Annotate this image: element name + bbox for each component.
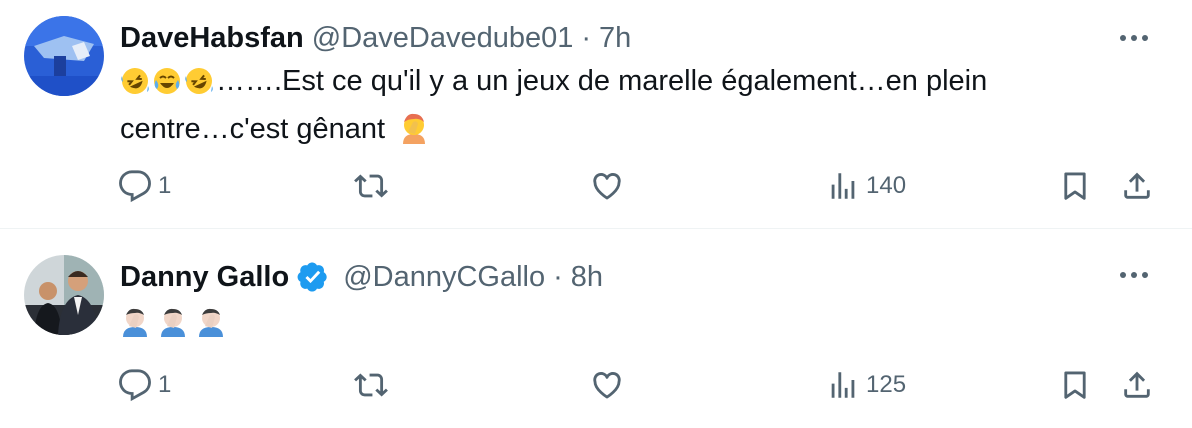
bookmark-icon bbox=[1064, 172, 1086, 200]
tweet-text: …….Est ce qu'il y a un jeux de marelle é… bbox=[120, 60, 1080, 156]
more-options-button[interactable] bbox=[1116, 257, 1152, 293]
facepalm-man-emoji bbox=[196, 305, 226, 349]
heart-icon bbox=[593, 372, 621, 399]
user-handle[interactable]: @DaveDavedube01 bbox=[312, 20, 574, 56]
tweet-header: Danny Gallo @DannyCGallo · 8h bbox=[120, 259, 603, 295]
rofl-emoji bbox=[184, 66, 214, 108]
repost-icon bbox=[354, 373, 388, 397]
tweet-text-content: …….Est ce qu'il y a un jeux de marelle é… bbox=[120, 65, 988, 145]
reply-button[interactable]: 1 bbox=[118, 166, 171, 206]
reply-icon bbox=[119, 369, 151, 402]
bookmark-button[interactable] bbox=[1058, 166, 1092, 206]
more-icon bbox=[1120, 35, 1148, 41]
views-button[interactable]: 125 bbox=[826, 365, 906, 405]
timestamp[interactable]: 8h bbox=[571, 259, 603, 295]
share-icon bbox=[1124, 172, 1150, 199]
reply-icon bbox=[119, 170, 151, 203]
separator-dot: · bbox=[581, 22, 592, 54]
repost-button[interactable] bbox=[354, 166, 388, 206]
repost-button[interactable] bbox=[354, 365, 388, 405]
analytics-icon bbox=[831, 173, 855, 199]
joy-emoji bbox=[152, 66, 182, 108]
views-count: 125 bbox=[866, 371, 907, 398]
views-button[interactable]: 140 bbox=[826, 166, 906, 206]
facepalm-man-emoji bbox=[158, 305, 188, 349]
share-button[interactable] bbox=[1120, 166, 1154, 206]
reply-button[interactable]: 1 bbox=[118, 365, 171, 405]
heart-icon bbox=[593, 173, 621, 200]
more-icon bbox=[1120, 272, 1148, 278]
analytics-icon bbox=[831, 372, 855, 398]
like-button[interactable] bbox=[590, 166, 624, 206]
more-options-button[interactable] bbox=[1116, 20, 1152, 56]
tweet-actions: 1 140 bbox=[118, 166, 1158, 206]
user-handle[interactable]: @DannyCGallo bbox=[343, 259, 545, 295]
reply-count: 1 bbox=[158, 371, 172, 398]
share-icon bbox=[1124, 371, 1150, 398]
tweet-actions: 1 125 bbox=[118, 365, 1158, 405]
tweet-card[interactable]: DaveHabsfan @DaveDavedube01 · 7h …….Est … bbox=[0, 0, 1192, 229]
reply-count: 1 bbox=[158, 172, 172, 199]
avatar[interactable] bbox=[24, 16, 104, 96]
repost-icon bbox=[354, 174, 388, 198]
rofl-emoji bbox=[120, 66, 150, 108]
separator-dot: · bbox=[553, 261, 563, 293]
timestamp[interactable]: 7h bbox=[599, 20, 631, 56]
bookmark-button[interactable] bbox=[1058, 365, 1092, 405]
facepalm-man-emoji bbox=[120, 305, 150, 349]
display-name[interactable]: Danny Gallo bbox=[120, 259, 289, 295]
tweet-card[interactable]: Danny Gallo @DannyCGallo · 8h 1 125 bbox=[0, 229, 1192, 428]
display-name[interactable]: DaveHabsfan bbox=[120, 20, 304, 56]
verified-badge-icon[interactable] bbox=[297, 261, 329, 293]
avatar[interactable] bbox=[24, 255, 104, 335]
like-button[interactable] bbox=[590, 365, 624, 405]
tweet-text bbox=[120, 301, 1080, 349]
share-button[interactable] bbox=[1120, 365, 1154, 405]
facepalm-emoji bbox=[399, 112, 429, 156]
views-count: 140 bbox=[866, 172, 907, 199]
bookmark-icon bbox=[1064, 371, 1086, 399]
tweet-header: DaveHabsfan @DaveDavedube01 · 7h bbox=[120, 20, 631, 56]
